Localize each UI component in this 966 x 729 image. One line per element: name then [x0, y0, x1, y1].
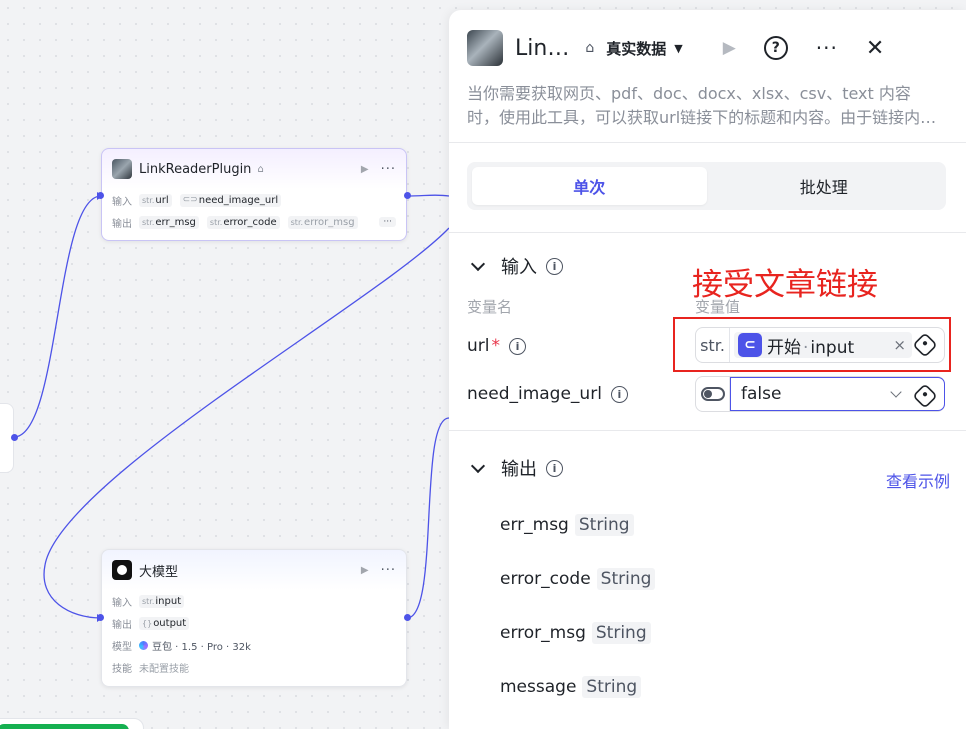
node-outputs-row: 输出 str. err_msg str. error_code str. error_…	[102, 211, 406, 233]
info-icon[interactable]: i	[509, 337, 526, 355]
divider	[449, 430, 966, 431]
panel-title[interactable]: Lin…	[515, 36, 569, 61]
panel-header: Lin… ⌂ 真实数据 ▼ ▶ ? ··· ✕	[467, 30, 940, 66]
run-node-icon[interactable]: ▶	[361, 164, 369, 175]
data-mode-select[interactable]: 真实数据	[606, 38, 666, 59]
help-icon[interactable]: ?	[763, 36, 788, 60]
section-title: 输入	[501, 257, 537, 278]
param-url-label: url * i	[467, 336, 526, 356]
output-chip: str. err_msg	[139, 215, 199, 229]
required-mark: *	[491, 336, 501, 356]
input-chip: str. input	[139, 594, 185, 608]
plugin-output-port[interactable]	[404, 192, 411, 199]
plugin-input-port[interactable]	[97, 192, 104, 199]
divider	[449, 142, 966, 143]
tab-batch[interactable]: 批处理	[707, 167, 942, 205]
inputs-label: 输入	[112, 196, 132, 208]
skill-value: 未配置技能	[139, 663, 189, 675]
toggle-icon	[700, 387, 725, 401]
output-field-row: message String	[500, 676, 642, 698]
caret-down-icon[interactable]: ▼	[674, 42, 682, 55]
type-badge: String	[574, 514, 634, 536]
output-field-row: err_msg String	[500, 514, 634, 536]
select-value: false	[741, 384, 782, 404]
info-icon[interactable]: i	[546, 459, 563, 477]
plugin-logo-icon	[467, 30, 503, 66]
node-header: 大模型 ▶ ···	[102, 550, 406, 590]
need-image-url-value-field[interactable]: false	[695, 376, 945, 412]
column-header-name: 变量名	[467, 298, 513, 316]
tab-single[interactable]: 单次	[472, 167, 707, 205]
plugin-description: 当你需要获取网页、pdf、doc、docx、xlsx、csv、text 内容时，…	[467, 84, 937, 127]
more-icon[interactable]: ···	[816, 36, 838, 60]
output-chip: str. error_code	[206, 215, 280, 229]
chevron-down-icon[interactable]	[470, 458, 486, 474]
chevron-down-icon[interactable]	[470, 256, 486, 272]
edge-start-to-plugin	[13, 195, 102, 438]
outputs-label: 输出	[112, 218, 132, 230]
llm-logo-icon	[112, 560, 132, 580]
link-reader-plugin-node[interactable]: LinkReaderPlugin ⌂ ▶ ··· 输入 str. url ⊂⊃ ne…	[101, 148, 407, 241]
node-header: LinkReaderPlugin ⌂ ▶ ···	[102, 149, 406, 189]
annotation-highlight-box	[673, 317, 951, 372]
plugin-icon: ⌂	[257, 163, 264, 175]
node-model-row: 模型 豆包 · 1.5 · Pro · 32k	[102, 634, 406, 656]
run-icon[interactable]: ▶	[723, 38, 736, 58]
divider	[449, 232, 966, 233]
plugin-logo-icon	[112, 159, 132, 179]
node-inputs-row: 输入 str. input	[102, 590, 406, 612]
plugin-icon: ⌂	[585, 40, 595, 56]
section-title: 输出	[501, 459, 537, 480]
type-badge: String	[582, 676, 642, 698]
output-chip: str. error_msg	[287, 215, 358, 229]
input-chip: str. url	[139, 193, 172, 207]
close-icon[interactable]: ✕	[866, 36, 884, 61]
info-icon[interactable]: i	[610, 385, 628, 403]
llm-output-port[interactable]	[404, 614, 411, 621]
annotation-text: 接受文章链接	[692, 267, 878, 303]
edge-plugin-to-panel	[406, 194, 450, 197]
type-badge: String	[596, 568, 656, 590]
input-section-header[interactable]: 输入 i	[469, 253, 563, 279]
node-skill-row: 技能 未配置技能	[102, 656, 406, 678]
output-section-header[interactable]: 输出 i	[469, 455, 563, 481]
toggle-type-icon: ⊂⊃	[182, 195, 198, 205]
node-title: LinkReaderPlugin	[139, 161, 252, 177]
variable-select-icon[interactable]	[912, 383, 938, 409]
output-chip: {} output	[139, 616, 190, 630]
model-value: 豆包 · 1.5 · Pro · 32k	[152, 641, 251, 653]
llm-input-port[interactable]	[97, 614, 104, 621]
run-mode-tabs: 单次 批处理	[467, 162, 946, 210]
node-inputs-row: 输入 str. url ⊂⊃ need_image_url	[102, 189, 406, 211]
node-more-icon[interactable]: ···	[381, 162, 396, 177]
node-outputs-row: 输出 {} output	[102, 612, 406, 634]
edge-llm-to-panel	[406, 417, 450, 619]
start-node-output-port[interactable]	[11, 434, 18, 441]
output-field-row: error_code String	[500, 568, 656, 590]
boolean-select[interactable]: false	[730, 377, 945, 411]
llm-node[interactable]: 大模型 ▶ ··· 输入 str. input 输出 {} output 模型 豆包…	[101, 549, 407, 687]
input-chip: ⊂⊃ need_image_url	[179, 193, 282, 207]
type-badge: String	[591, 622, 651, 644]
bottom-node-partial[interactable]	[0, 718, 144, 729]
doubao-model-icon	[139, 640, 148, 650]
output-field-row: error_msg String	[500, 622, 651, 644]
node-more-icon[interactable]: ···	[381, 563, 396, 578]
run-node-icon[interactable]: ▶	[361, 565, 369, 576]
param-need-image-url-label: need_image_url i	[467, 384, 628, 404]
view-example-link[interactable]: 查看示例	[886, 468, 950, 492]
chevron-down-icon[interactable]	[890, 386, 902, 398]
boolean-type-icon	[696, 377, 730, 411]
info-icon[interactable]: i	[546, 257, 563, 275]
more-outputs-button[interactable]: ···	[379, 217, 396, 227]
node-title: 大模型	[139, 564, 179, 580]
